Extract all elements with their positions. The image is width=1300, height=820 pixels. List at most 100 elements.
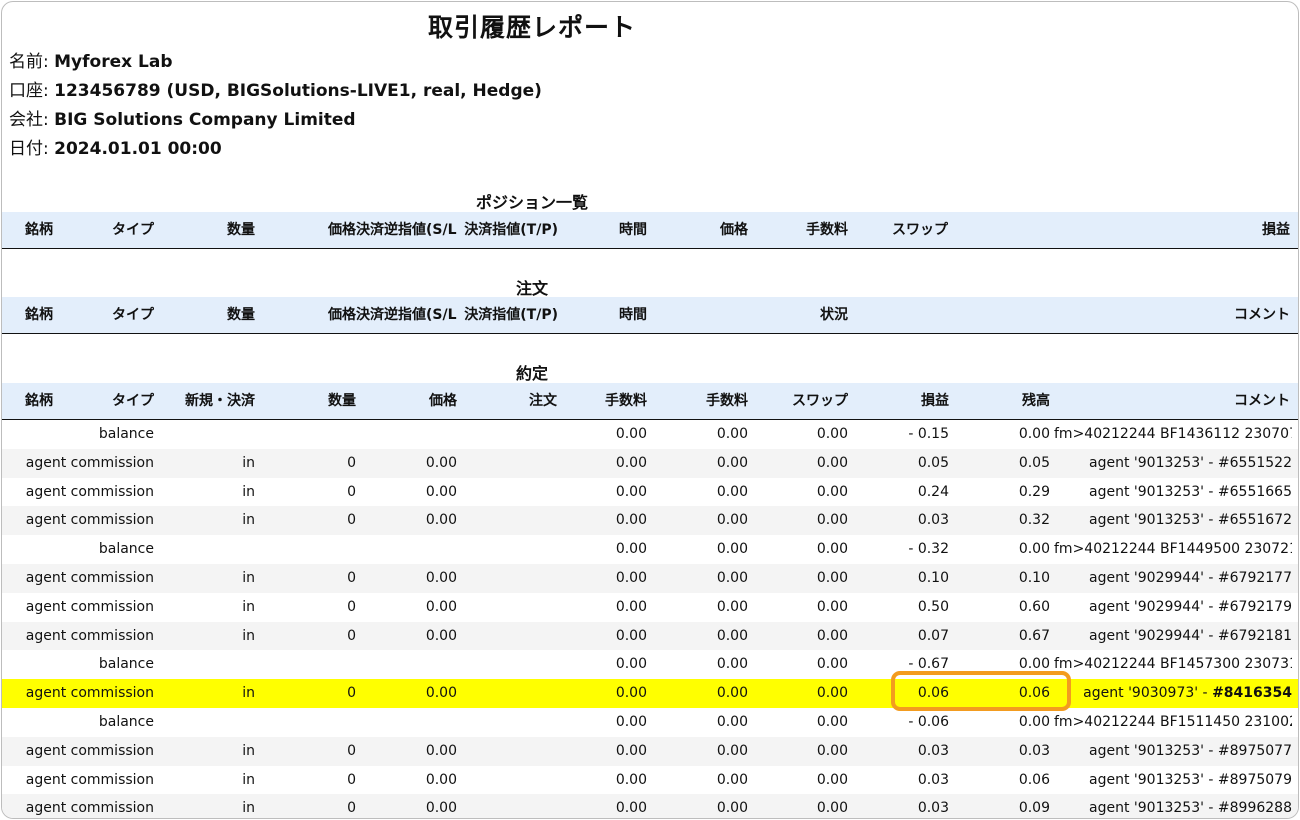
table-row: agent commission in 0 0.00 0.00 0.00 0.00 0.03 0… bbox=[2, 506, 1298, 536]
cell-volume: 0 bbox=[347, 771, 356, 788]
cell-direction: in bbox=[242, 512, 255, 529]
cell-profit: 0.03 bbox=[917, 512, 949, 529]
col-price: 価格 bbox=[328, 307, 356, 323]
cell-fee: 0.00 bbox=[716, 771, 748, 788]
col-symbol: 銘柄 bbox=[25, 393, 53, 409]
cell-price: 0.00 bbox=[425, 569, 457, 586]
cell-direction: in bbox=[242, 598, 255, 615]
col-fee: 手数料 bbox=[706, 393, 748, 409]
positions-header: 銘柄 タイプ 数量 価格 決済逆指値(S/L) 決済指値(T/P) 時間 価格 … bbox=[2, 212, 1298, 249]
table-row: agent commission in 0 0.00 0.00 0.00 0.00 0.50 0… bbox=[2, 593, 1298, 622]
cell-balance: 0.00 bbox=[1018, 713, 1050, 730]
cell-swap: 0.00 bbox=[816, 454, 848, 471]
deals-title: 約定 bbox=[515, 364, 548, 383]
cell-profit: - 0.06 bbox=[908, 713, 949, 730]
cell-profit: 0.05 bbox=[917, 454, 949, 471]
col-price: 価格 bbox=[429, 393, 457, 409]
positions-title: ポジション一覧 bbox=[475, 193, 588, 212]
cell-swap: 0.00 bbox=[816, 713, 848, 730]
cell-balance: 0.06 bbox=[1018, 685, 1050, 702]
cell-price: 0.00 bbox=[425, 800, 457, 817]
cell-volume: 0 bbox=[347, 742, 356, 759]
col-price2: 価格 bbox=[720, 222, 748, 238]
cell-fee: 0.00 bbox=[716, 685, 748, 702]
cell-swap: 0.00 bbox=[816, 512, 848, 529]
cell-profit: 0.07 bbox=[917, 627, 949, 644]
cell-profit: 0.10 bbox=[917, 569, 949, 586]
cell-fee: 0.00 bbox=[716, 627, 748, 644]
col-type: タイプ bbox=[112, 393, 154, 409]
comment-text: agent '9030973' - bbox=[1083, 685, 1213, 702]
col-order: 注文 bbox=[529, 393, 557, 409]
cell-balance: 0.00 bbox=[1018, 541, 1050, 558]
cell-direction: in bbox=[242, 800, 255, 817]
cell-fee: 0.00 bbox=[716, 656, 748, 673]
cell-comment: agent '9013253' - #6551672 bbox=[1089, 512, 1292, 529]
cell-commission: 0.00 bbox=[615, 512, 647, 529]
col-tp: 決済指値(T/P) bbox=[464, 222, 558, 238]
cell-profit: 0.03 bbox=[917, 771, 949, 788]
cell-comment: agent '9030973' - #8416354 bbox=[1054, 679, 1292, 708]
cell-type: agent commission bbox=[25, 569, 154, 586]
cell-volume: 0 bbox=[347, 454, 356, 471]
cell-fee: 0.00 bbox=[716, 426, 748, 442]
info-account-value: 123456789 (USD, BIGSolutions-LIVE1, real… bbox=[54, 81, 542, 101]
col-type: タイプ bbox=[112, 222, 154, 238]
cell-comment: agent '9029944' - #6792177 bbox=[1089, 569, 1292, 586]
cell-volume: 0 bbox=[347, 685, 356, 702]
col-price: 価格 bbox=[328, 222, 356, 238]
col-commission: 手数料 bbox=[605, 393, 647, 409]
cell-volume: 0 bbox=[347, 800, 356, 817]
cell-fee: 0.00 bbox=[716, 569, 748, 586]
info-account: 口座: 123456789 (USD, BIGSolutions-LIVE1, … bbox=[9, 81, 542, 101]
cell-volume: 0 bbox=[347, 483, 356, 500]
cell-profit: 0.24 bbox=[917, 483, 949, 500]
cell-swap: 0.00 bbox=[816, 627, 848, 644]
orders-title: 注文 bbox=[515, 279, 548, 298]
table-row: balance 0.00 0.00 0.00- 0.15 0.00 fm>40212244… bbox=[2, 420, 1298, 449]
cell-balance: 0.00 bbox=[1018, 426, 1050, 442]
cell-price: 0.00 bbox=[425, 483, 457, 500]
table-row: agent commission in 0 0.00 0.00 0.00 0.00 0.10 0… bbox=[2, 563, 1298, 593]
col-swap: スワップ bbox=[892, 222, 948, 238]
cell-type: agent commission bbox=[25, 771, 154, 788]
cell-comment: agent '9013253' - #6551665 bbox=[1089, 483, 1292, 500]
cell-fee: 0.00 bbox=[716, 454, 748, 471]
table-row: agent commission in 0 0.00 0.00 0.00 0.00 0.06 0… bbox=[2, 679, 1298, 708]
col-sl: 決済逆指値(S/L) bbox=[356, 222, 457, 238]
cell-fee: 0.00 bbox=[716, 800, 748, 817]
col-swap: スワップ bbox=[792, 393, 848, 409]
cell-comment: fm>40212244 BF1436112 230707 bbox=[1054, 426, 1292, 442]
cell-commission: 0.00 bbox=[615, 771, 647, 788]
cell-balance: 0.03 bbox=[1018, 742, 1050, 759]
cell-balance: 0.29 bbox=[1018, 483, 1050, 500]
cell-price: 0.00 bbox=[425, 627, 457, 644]
cell-swap: 0.00 bbox=[816, 685, 848, 702]
cell-profit: 0.06 bbox=[917, 685, 949, 702]
cell-commission: 0.00 bbox=[615, 800, 647, 817]
col-time: 時間 bbox=[619, 307, 647, 323]
cell-price: 0.00 bbox=[425, 771, 457, 788]
cell-fee: 0.00 bbox=[716, 713, 748, 730]
cell-direction: in bbox=[242, 685, 255, 702]
cell-commission: 0.00 bbox=[615, 483, 647, 500]
cell-volume: 0 bbox=[347, 598, 356, 615]
col-time: 時間 bbox=[619, 222, 647, 238]
cell-volume: 0 bbox=[347, 512, 356, 529]
cell-commission: 0.00 bbox=[615, 598, 647, 615]
col-profit: 損益 bbox=[1262, 222, 1290, 238]
cell-volume: 0 bbox=[347, 627, 356, 644]
cell-swap: 0.00 bbox=[816, 426, 848, 442]
deals-header: 銘柄 タイプ 新規・決済 数量 価格 注文 手数料 手数料 スワップ 損益 残高… bbox=[2, 383, 1298, 420]
info-name: 名前: Myforex Lab bbox=[9, 52, 173, 72]
cell-profit: 0.50 bbox=[917, 598, 949, 615]
col-sl: 決済逆指値(S/L) bbox=[356, 307, 457, 323]
cell-commission: 0.00 bbox=[615, 685, 647, 702]
report-frame: 取引履歴レポート 名前: Myforex Lab 口座: 123456789 (… bbox=[1, 1, 1299, 819]
cell-comment: fm>40212244 BF1511450 231002 bbox=[1054, 713, 1292, 730]
info-date-label: 日付: bbox=[9, 139, 49, 159]
col-tp: 決済指値(T/P) bbox=[464, 307, 558, 323]
cell-comment: fm>40212244 BF1449500 230721 bbox=[1054, 541, 1292, 558]
cell-fee: 0.00 bbox=[716, 483, 748, 500]
cell-balance: 0.60 bbox=[1018, 598, 1050, 615]
